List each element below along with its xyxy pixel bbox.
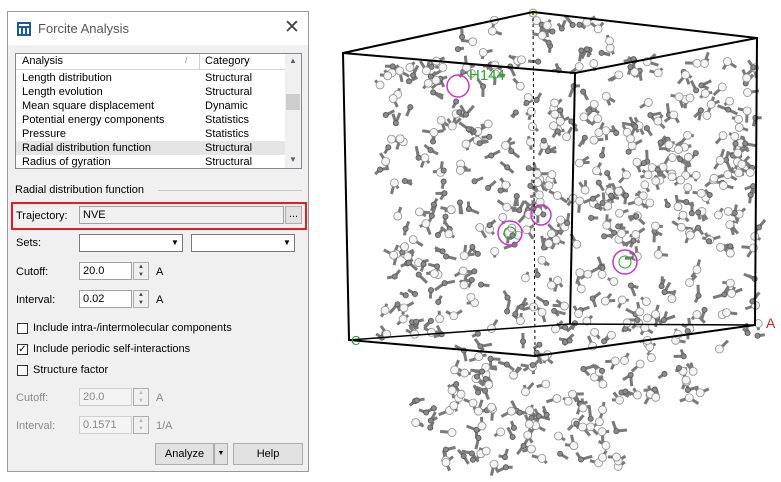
list-item[interactable]: Length distribution Structural [16,71,286,85]
category-cell: Statistics [205,128,250,140]
sf-interval-stepper[interactable]: ▲ ▼ [133,416,149,434]
chevron-down-icon: ▼ [171,238,179,247]
title-bar: Forcite Analysis ✕ [8,12,308,45]
intra-inter-checkbox[interactable] [17,323,28,334]
scroll-thumb[interactable] [286,94,300,110]
trajectory-label: Trajectory: [16,210,68,222]
forcite-analysis-dialog: Forcite Analysis ✕ Analysis / Category L… [7,11,309,472]
periodic-self-checkbox[interactable]: ✓ [17,344,28,355]
chevron-down-icon: ▼ [283,238,291,247]
section-title: Radial distribution function [15,184,145,196]
interval-stepper[interactable]: ▲ ▼ [133,290,149,308]
list-item[interactable]: Radial distribution function Structural [16,141,286,155]
analyze-dropdown-icon[interactable]: ▼ [214,443,228,465]
cutoff-label: Cutoff: [16,266,49,278]
list-item[interactable]: Mean square displacement Dynamic [16,99,286,113]
browse-trajectory-button[interactable]: ... [285,206,302,224]
analysis-cell: Potential energy components [22,114,165,126]
sf-interval-label: Interval: [16,420,56,432]
cutoff-stepper[interactable]: ▲ ▼ [133,262,149,280]
close-icon[interactable]: ✕ [276,12,308,45]
section-divider [158,190,302,191]
interval-unit: A [156,294,164,306]
sf-interval-unit: 1/A [156,420,173,432]
list-header: Analysis / Category [16,54,286,70]
sf-cutoff-stepper[interactable]: ▲ ▼ [133,388,149,406]
column-header-analysis[interactable]: Analysis [22,55,63,67]
scroll-up-icon[interactable]: ▲ [285,56,301,65]
origin-label: C [351,333,360,348]
window-title: Forcite Analysis [38,21,130,36]
analysis-cell: Radius of gyration [22,156,111,168]
category-cell: Structural [205,156,253,168]
category-cell: Structural [205,72,253,84]
sf-cutoff-input[interactable]: 20.0 [79,388,132,406]
interval-label: Interval: [16,294,56,306]
sets-combo-1[interactable]: ▼ [79,234,183,252]
cutoff-unit: A [156,266,164,278]
analysis-cell: Pressure [22,128,67,140]
analysis-cell: Radial distribution function [22,142,152,154]
analyze-button[interactable]: Analyze [155,443,214,465]
axis-a-label: A [766,315,776,331]
structure-factor-checkbox[interactable] [17,365,28,376]
analysis-cell: Length distribution [22,72,112,84]
sets-combo-2[interactable]: ▼ [191,234,295,252]
category-cell: Statistics [205,114,250,126]
analysis-cell: Mean square displacement [22,100,155,112]
interval-input[interactable]: 0.02 [79,290,132,308]
periodic-self-label: Include periodic self-interactions [33,343,191,355]
list-item[interactable]: Potential energy components Statistics [16,113,286,127]
sets-label: Sets: [16,237,42,249]
category-cell: Structural [205,86,253,98]
category-cell: Structural [205,142,253,154]
atom-label-h144: H144 [469,67,505,84]
structure-factor-label: Structure factor [33,364,109,376]
sf-cutoff-unit: A [156,392,164,404]
list-item[interactable]: Radius of gyration Structural [16,155,286,168]
trajectory-field[interactable]: NVE [79,206,284,224]
column-divider[interactable] [199,54,200,69]
cutoff-input[interactable]: 20.0 [79,262,132,280]
analysis-list[interactable]: Analysis / Category Length distribution S… [15,53,302,169]
molecule-viewer[interactable]: H144 C A [320,0,781,482]
app-icon [17,22,31,36]
list-scrollbar[interactable]: ▲ ▼ [285,54,301,168]
help-button[interactable]: Help [233,443,303,465]
column-header-category[interactable]: Category [205,55,250,67]
list-item[interactable]: Length evolution Structural [16,85,286,99]
scroll-down-icon[interactable]: ▼ [285,155,301,164]
sf-interval-input[interactable]: 0.1571 [79,416,132,434]
list-item[interactable]: Pressure Statistics [16,127,286,141]
sf-cutoff-label: Cutoff: [16,392,49,404]
intra-inter-label: Include intra-/intermolecular components [33,322,232,334]
category-cell: Dynamic [205,100,248,112]
sort-arrow-icon: / [185,55,188,65]
analysis-cell: Length evolution [22,86,103,98]
